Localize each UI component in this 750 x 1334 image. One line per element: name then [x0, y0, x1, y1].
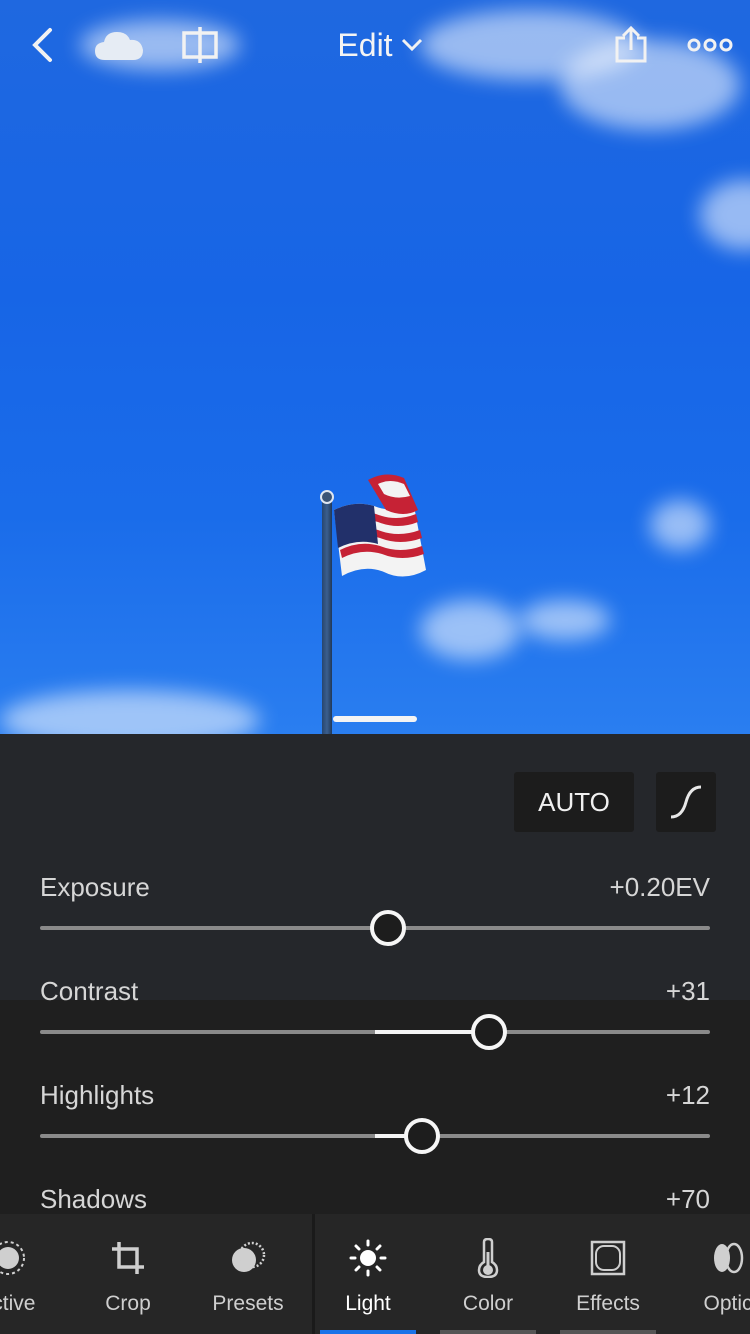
tool-presets[interactable]: Presets — [188, 1214, 308, 1334]
exposure-slider[interactable]: Exposure +0.20EV — [40, 872, 710, 952]
tab-indicator — [440, 1330, 536, 1334]
tool-crop[interactable]: Crop — [68, 1214, 188, 1334]
optics-icon — [714, 1242, 744, 1274]
highlights-thumb[interactable] — [403, 1118, 440, 1154]
auto-button[interactable]: AUTO — [514, 772, 634, 832]
contrast-label: Contrast — [40, 976, 139, 1006]
tool-optics[interactable]: Optic — [668, 1214, 750, 1334]
edit-title: Edit — [337, 26, 393, 63]
selective-icon — [0, 1241, 25, 1275]
edit-menu[interactable]: Edit — [330, 22, 430, 68]
highlights-value: +12 — [665, 1080, 710, 1110]
thermometer-icon — [477, 1238, 499, 1278]
cloud-shape — [650, 500, 710, 550]
share-icon — [615, 26, 647, 63]
highlights-label: Highlights — [40, 1080, 155, 1110]
flagpole-finial — [320, 490, 334, 504]
photo-canvas[interactable] — [0, 0, 750, 734]
cloud-shape — [0, 690, 260, 734]
chevron-down-icon — [401, 38, 422, 52]
exposure-label: Exposure — [40, 872, 150, 902]
exposure-value: +0.20EV — [609, 872, 710, 902]
cloud-shape — [420, 600, 520, 660]
back-button[interactable] — [22, 22, 62, 68]
tool-label: Crop — [105, 1292, 151, 1315]
cloud-shape — [520, 600, 610, 640]
tool-color[interactable]: Color — [428, 1214, 548, 1334]
share-button[interactable] — [610, 22, 652, 68]
tool-label: Light — [345, 1292, 391, 1315]
crop-icon — [112, 1242, 144, 1274]
shadows-slider[interactable]: Shadows +70 — [40, 1184, 710, 1214]
tab-indicator — [560, 1330, 656, 1334]
tool-label: Presets — [212, 1292, 284, 1315]
tool-label: Color — [462, 1292, 514, 1315]
tool-selective[interactable]: ective — [0, 1214, 68, 1334]
tool-label: ective — [0, 1292, 36, 1315]
effects-icon — [590, 1240, 626, 1276]
flagpole — [322, 496, 332, 734]
shadows-label: Shadows — [40, 1184, 147, 1214]
compare-button[interactable] — [178, 22, 222, 68]
tool-label: Effects — [576, 1292, 640, 1315]
presets-icon — [232, 1241, 266, 1272]
tool-bar: ective Crop Presets Light Color Effects … — [0, 1214, 750, 1334]
tone-curve-icon — [670, 785, 702, 819]
contrast-slider[interactable]: Contrast +31 — [40, 976, 710, 1056]
exposure-thumb[interactable] — [370, 910, 407, 946]
panel-drag-handle[interactable] — [333, 716, 417, 722]
tool-label: Optic — [703, 1292, 750, 1315]
tone-curve-button[interactable] — [656, 772, 716, 832]
contrast-value: +31 — [665, 976, 710, 1006]
active-tab-indicator — [320, 1330, 416, 1334]
tool-effects[interactable]: Effects — [548, 1214, 668, 1334]
cloud-shape — [700, 180, 750, 250]
contrast-thumb[interactable] — [470, 1014, 507, 1050]
highlights-slider[interactable]: Highlights +12 — [40, 1080, 710, 1160]
compare-icon — [182, 27, 218, 63]
top-bar: Edit — [0, 0, 750, 90]
cloud-sync-button[interactable] — [92, 22, 146, 68]
tool-light[interactable]: Light — [308, 1214, 428, 1334]
more-button[interactable] — [686, 22, 734, 68]
cloud-icon — [95, 32, 143, 60]
more-icon — [687, 38, 733, 52]
flag-image — [334, 474, 426, 577]
shadows-value: +70 — [665, 1184, 710, 1214]
sun-icon — [349, 1239, 387, 1277]
chevron-left-icon — [32, 28, 52, 62]
